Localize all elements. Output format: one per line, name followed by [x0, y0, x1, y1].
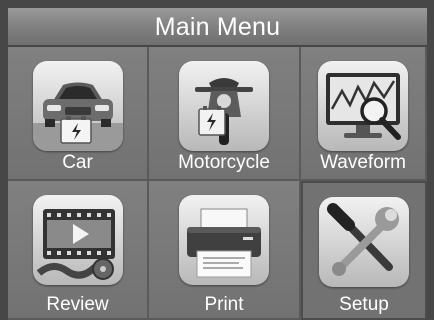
- menu-item-label: Print: [204, 294, 244, 315]
- menu-item-label: Motorcycle: [178, 152, 270, 173]
- page-title: Main Menu: [8, 8, 427, 45]
- menu-item-motorcycle[interactable]: Motorcycle: [149, 47, 301, 181]
- motorcycle-icon: [179, 61, 269, 151]
- film-review-icon: [32, 195, 123, 285]
- car-icon: [32, 61, 123, 151]
- menu-item-label: Waveform: [320, 152, 406, 173]
- menu-item-label: Review: [46, 294, 109, 315]
- main-menu-screen: Main Menu Car Motorcycle Waveform Review…: [0, 0, 434, 320]
- menu-item-setup[interactable]: Setup: [301, 181, 427, 320]
- menu-item-review[interactable]: Review: [8, 181, 149, 320]
- menu-grid: Car Motorcycle Waveform Review Print Set…: [8, 47, 427, 320]
- menu-item-label: Car: [62, 152, 93, 173]
- menu-item-waveform[interactable]: Waveform: [301, 47, 427, 181]
- menu-item-print[interactable]: Print: [149, 181, 301, 320]
- menu-item-label: Setup: [339, 294, 389, 315]
- printer-icon: [179, 195, 269, 285]
- wrench-screwdriver-icon: [319, 197, 409, 287]
- menu-item-car[interactable]: Car: [8, 47, 149, 181]
- waveform-icon: [318, 61, 408, 151]
